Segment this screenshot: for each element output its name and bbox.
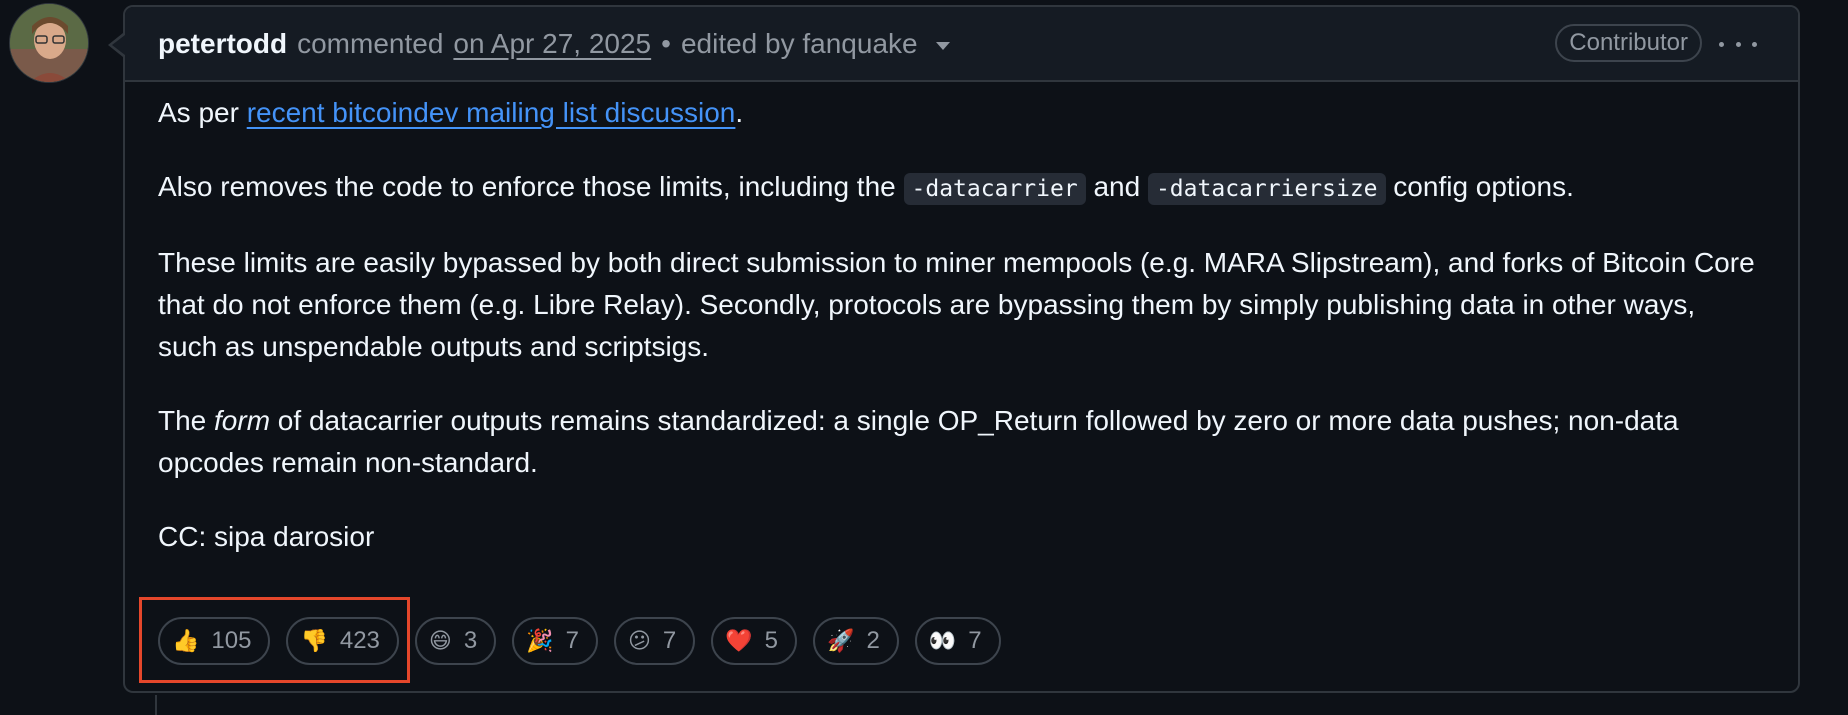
comment-header: petertodd commented on Apr 27, 2025 • ed… <box>125 7 1798 82</box>
paragraph: These limits are easily bypassed by both… <box>158 247 1755 362</box>
laugh-icon: 😄 <box>428 628 452 653</box>
paragraph: CC: sipa darosior <box>158 521 375 552</box>
emphasis-text: form <box>214 405 271 436</box>
reaction-laugh[interactable]: 😄 3 <box>414 617 497 665</box>
reaction-count: 7 <box>662 627 677 654</box>
reactions-bar: 👍 105 👎 423 😄 3 🎉 7 😕 7 ❤️ 5 🚀 2 👀 7 <box>158 617 1017 665</box>
kebab-dot-icon <box>1752 41 1757 47</box>
paragraph: Also removes the code to enforce those l… <box>158 166 1758 210</box>
text: As per <box>158 97 247 128</box>
reaction-count: 3 <box>463 627 478 654</box>
text: config options. <box>1385 171 1574 202</box>
paragraph: As per recent bitcoindev mailing list di… <box>158 92 1758 134</box>
author-link[interactable]: petertodd <box>158 28 287 60</box>
comment-pointer-fill <box>112 35 125 55</box>
separator-dot: • <box>661 27 671 59</box>
edited-by-dropdown[interactable]: edited by fanquake <box>681 28 918 60</box>
comment-card: petertodd commented on Apr 27, 2025 • ed… <box>123 5 1800 693</box>
reaction-count: 5 <box>764 627 779 654</box>
reaction-count: 2 <box>866 627 880 654</box>
hooray-icon: 🎉 <box>526 628 554 653</box>
comment-date-link[interactable]: on Apr 27, 2025 <box>453 28 651 60</box>
comment-options-button[interactable] <box>1716 27 1760 61</box>
reaction-count: 105 <box>211 627 252 654</box>
reaction-count: 7 <box>565 627 579 654</box>
confused-icon: 😕 <box>627 628 651 653</box>
reaction-thumbs-up[interactable]: 👍 105 <box>158 617 271 665</box>
reaction-thumbs-down[interactable]: 👎 423 <box>286 617 399 665</box>
mailing-list-link[interactable]: recent bitcoindev mailing list discussio… <box>247 97 736 128</box>
contributor-badge: Contributor <box>1555 24 1702 62</box>
thumbs-down-icon: 👎 <box>300 628 328 653</box>
kebab-dot-icon <box>1735 41 1741 47</box>
heart-icon: ❤️ <box>725 628 753 653</box>
comment-body: As per recent bitcoindev mailing list di… <box>158 92 1758 590</box>
timeline-connector <box>155 695 157 715</box>
rocket-icon: 🚀 <box>827 628 855 653</box>
author-avatar[interactable] <box>9 3 89 83</box>
thumbs-up-icon: 👍 <box>172 628 200 653</box>
chevron-down-icon[interactable] <box>935 41 950 50</box>
reaction-hooray[interactable]: 🎉 7 <box>512 617 598 665</box>
text: The <box>158 405 215 436</box>
avatar-image <box>10 4 88 82</box>
commented-label: commented <box>297 27 444 59</box>
text: and <box>1085 171 1148 202</box>
text: . <box>735 97 744 128</box>
reaction-heart[interactable]: ❤️ 5 <box>711 617 798 665</box>
reaction-count: 423 <box>339 627 380 654</box>
inline-code-datacarriersize: -datacarriersize <box>1147 173 1386 205</box>
eyes-icon: 👀 <box>928 628 957 653</box>
text: Also removes the code to enforce those l… <box>158 171 904 202</box>
text: of datacarrier outputs remains standardi… <box>158 405 1679 478</box>
reaction-count: 7 <box>968 627 982 654</box>
reaction-eyes[interactable]: 👀 7 <box>914 617 1001 665</box>
reaction-rocket[interactable]: 🚀 2 <box>813 617 899 665</box>
reaction-confused[interactable]: 😕 7 <box>613 617 696 665</box>
inline-code-datacarrier: -datacarrier <box>903 173 1086 205</box>
kebab-dot-icon <box>1719 41 1724 47</box>
paragraph: The form of datacarrier outputs remains … <box>158 400 1758 484</box>
